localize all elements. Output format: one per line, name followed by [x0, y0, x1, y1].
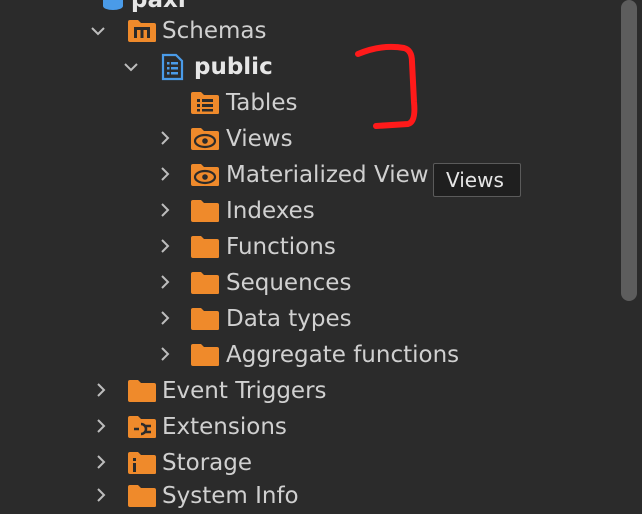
schemas-label: Schemas [162, 18, 267, 44]
folder-icon [190, 271, 220, 295]
chevron-right-icon[interactable] [155, 272, 175, 292]
chevron-right-icon[interactable] [91, 380, 111, 400]
vertical-scrollbar-thumb[interactable] [621, 0, 637, 301]
tree-row-event-triggers[interactable]: Event Triggers [0, 373, 620, 409]
indexes-label: Indexes [226, 198, 315, 224]
tree-row-sequences[interactable]: Sequences [0, 265, 620, 301]
tree-row-public[interactable]: public [0, 49, 620, 85]
chevron-down-icon[interactable] [121, 57, 141, 77]
sequences-label: Sequences [226, 270, 352, 296]
data-types-label: Data types [226, 306, 352, 332]
chevron-right-icon[interactable] [91, 416, 111, 436]
tree-row-schemas[interactable]: Schemas [0, 13, 620, 49]
tree-row-indexes[interactable]: Indexes [0, 193, 620, 229]
schema-file-icon [157, 53, 187, 81]
chevron-down-icon[interactable] [88, 21, 108, 41]
folder-icon [190, 343, 220, 367]
tree-row-system-info[interactable]: System Info [0, 478, 620, 514]
views-label: Views [226, 126, 293, 152]
chevron-right-icon[interactable] [155, 236, 175, 256]
chevron-right-icon[interactable] [155, 128, 175, 148]
chevron-right-icon[interactable] [155, 164, 175, 184]
chevron-right-icon[interactable] [91, 452, 111, 472]
views-eye-icon [190, 127, 220, 151]
schemas-folder-icon [127, 19, 157, 43]
chevron-right-icon[interactable] [155, 200, 175, 220]
views-tooltip: Views [433, 163, 521, 197]
folder-icon [190, 235, 220, 259]
aggregate-functions-label: Aggregate functions [226, 342, 460, 368]
folder-icon [190, 199, 220, 223]
folder-icon [127, 379, 157, 403]
event-triggers-label: Event Triggers [162, 378, 327, 404]
functions-label: Functions [226, 234, 336, 260]
tree-row-data-types[interactable]: Data types [0, 301, 620, 337]
tree-row-views[interactable]: Views [0, 121, 620, 157]
system-info-label: System Info [162, 483, 299, 509]
chevron-right-icon[interactable] [155, 308, 175, 328]
materialized-views-label: Materialized View [226, 162, 429, 188]
extensions-plug-icon [127, 415, 157, 439]
tables-icon [190, 91, 220, 115]
tree-row-aggregate-functions[interactable]: Aggregate functions [0, 337, 620, 373]
storage-label: Storage [162, 450, 252, 476]
tables-label: Tables [226, 90, 298, 116]
tree-row-tables[interactable]: Tables [0, 85, 620, 121]
public-label: public [194, 54, 273, 80]
folder-icon [190, 307, 220, 331]
folder-icon [127, 484, 157, 508]
chevron-right-icon[interactable] [91, 485, 111, 505]
tree-row-extensions[interactable]: Extensions [0, 409, 620, 445]
database-icon [98, 0, 128, 12]
chevron-right-icon[interactable] [155, 344, 175, 364]
materialized-views-eye-icon [190, 163, 220, 187]
tree-row-functions[interactable]: Functions [0, 229, 620, 265]
storage-info-icon [127, 451, 157, 475]
tree-row-storage[interactable]: Storage [0, 445, 620, 481]
extensions-label: Extensions [162, 414, 287, 440]
tree-row-materialized-views[interactable]: Materialized View [0, 157, 620, 193]
red-annotation-bracket [355, 43, 418, 129]
